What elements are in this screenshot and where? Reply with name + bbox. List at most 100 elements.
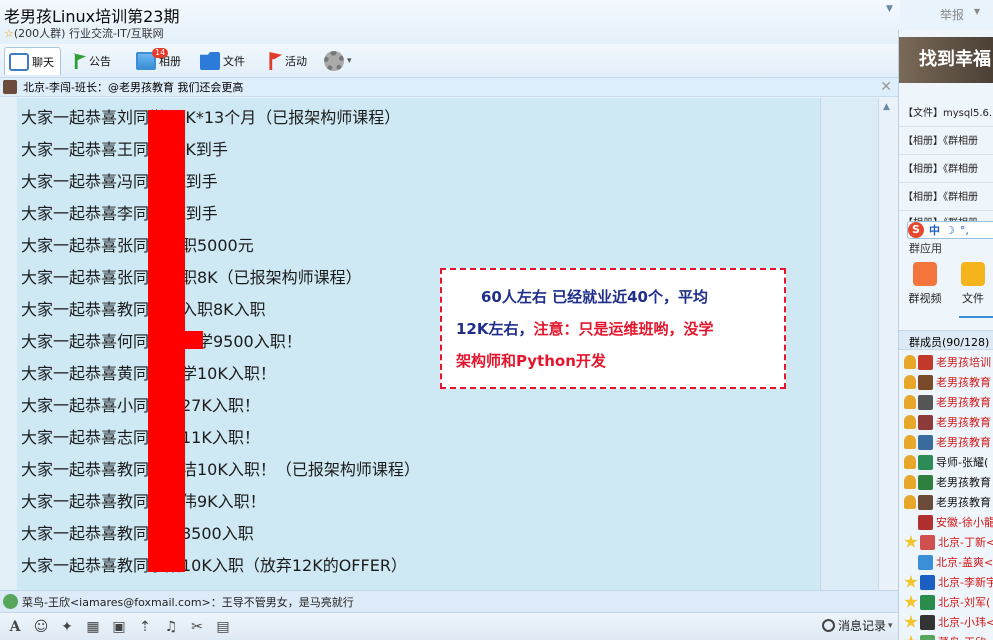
image-icon[interactable]: ▣ xyxy=(108,619,130,635)
avatar xyxy=(920,594,935,610)
close-icon[interactable]: ✕ xyxy=(880,79,892,95)
chat-message: 大家一起恭喜志同学学11K入职！ xyxy=(21,428,260,447)
settings-button[interactable]: ▾ xyxy=(324,47,352,75)
chat-message: 大家一起恭喜王同学10K到手 xyxy=(21,140,228,159)
avatar xyxy=(3,594,18,609)
apps-label: 群应用 xyxy=(909,242,942,255)
tab-album[interactable]: 14 相册 xyxy=(136,47,181,75)
history-label: 消息记录 xyxy=(838,619,887,633)
member-name: 安徽-徐小龍 xyxy=(936,516,993,529)
tab-activity[interactable]: 活动 xyxy=(268,47,307,75)
tab-file-label: 文件 xyxy=(223,55,245,68)
member-item[interactable]: 老男孩教育 xyxy=(904,492,991,512)
shared-file-item[interactable]: 【相册】《群相册 xyxy=(903,188,978,203)
member-item[interactable]: 老男孩教育 xyxy=(904,412,991,432)
member-item[interactable]: 北京-刘军( xyxy=(904,592,990,612)
chat-icon xyxy=(9,52,29,71)
star-icon: ☆ xyxy=(4,27,14,40)
app-group-file[interactable]: 文件 xyxy=(953,262,993,306)
admin-icon xyxy=(904,415,916,429)
avatar xyxy=(918,394,933,410)
ad-banner[interactable]: 找到幸福 xyxy=(899,37,993,83)
tab-notice[interactable]: 公告 xyxy=(72,47,111,75)
member-item[interactable]: 北京-丁新< xyxy=(904,532,993,552)
member-item[interactable]: 导师-张耀( xyxy=(904,452,988,472)
chevron-down-icon[interactable]: ▾ xyxy=(974,4,980,18)
message-history-button[interactable]: 消息记录 ▾ xyxy=(822,617,893,634)
chat-message: 大家一起恭喜教同学建8500入职 xyxy=(21,524,254,543)
member-item[interactable]: 老男孩培训 xyxy=(904,352,991,372)
divider xyxy=(899,154,993,155)
ime-chinese-toggle[interactable]: 中 xyxy=(929,222,940,238)
upload-icon[interactable]: ⇡ xyxy=(134,619,156,635)
star-icon xyxy=(904,635,918,640)
avatar xyxy=(918,454,933,470)
moon-icon[interactable]: ☽ xyxy=(945,224,955,237)
album-icon: 14 xyxy=(136,48,169,70)
report-link[interactable]: 举报 xyxy=(940,6,964,23)
shared-file-item[interactable]: 【相册】《群相册 xyxy=(903,132,978,147)
chat-scrollbar[interactable] xyxy=(878,98,898,590)
chat-message: 大家一起恭喜教同学志伟9K入职！ xyxy=(21,492,266,511)
chat-message: 大家一起恭喜教同学雷入职8K入职 xyxy=(21,300,266,319)
latest-message-bar[interactable]: 菜鸟-王欣<iamares@foxmail.com> ：王导不管男女，是马亮就行 xyxy=(0,590,898,612)
chat-margin-right xyxy=(820,98,878,590)
member-name: 老男孩教育 xyxy=(936,396,991,409)
punctuation-icon[interactable]: °, xyxy=(960,224,969,237)
redaction-bar xyxy=(148,110,185,572)
member-item[interactable]: 北京-盖爽< xyxy=(904,552,993,572)
member-item[interactable]: 老男孩教育 xyxy=(904,372,991,392)
chat-margin-left xyxy=(0,98,17,590)
tab-chat[interactable]: 聊天 xyxy=(4,47,61,75)
avatar xyxy=(918,434,933,450)
more-icon[interactable]: ▤ xyxy=(212,619,234,635)
member-item[interactable]: 北京-李新宇 xyxy=(904,572,993,592)
member-name: 老男孩教育 xyxy=(936,416,991,429)
shared-file-item[interactable]: 【文件】mysql5.6. xyxy=(903,104,992,119)
group-video-icon xyxy=(913,262,937,286)
member-item[interactable]: 老男孩教育 xyxy=(904,472,991,492)
avatar xyxy=(918,354,933,370)
latest-message-sender: 菜鸟-王欣<iamares@foxmail.com> xyxy=(22,595,211,609)
tab-notice-label: 公告 xyxy=(89,55,111,68)
member-item[interactable]: 老男孩教育 xyxy=(904,432,991,452)
scissors-icon[interactable]: ✂ xyxy=(186,619,208,635)
chat-message: 大家一起恭喜教同学阳10K入职（放弃12K的OFFER） xyxy=(21,556,407,575)
emoji-icon[interactable]: ☺ xyxy=(30,619,52,635)
scroll-down-icon[interactable]: ▼ xyxy=(886,4,893,14)
chat-message: 大家一起恭喜张同学入职8K（已报架构师课程） xyxy=(21,268,362,287)
activity-flag-icon xyxy=(269,52,282,70)
member-item[interactable]: 安徽-徐小龍 xyxy=(904,512,993,532)
font-icon[interactable]: A xyxy=(4,619,26,635)
member-name: 老男孩教育 xyxy=(936,476,991,489)
member-item[interactable]: 老男孩教育 xyxy=(904,392,991,412)
ime-toolbar[interactable]: S 中 ☽ °, xyxy=(907,221,993,239)
tab-activity-label: 活动 xyxy=(285,55,307,68)
star-icon xyxy=(904,575,918,588)
chevron-down-icon: ▾ xyxy=(888,620,893,631)
tab-file[interactable]: 文件 xyxy=(200,47,245,75)
member-item[interactable]: 北京-小玮< xyxy=(904,612,993,632)
avatar xyxy=(920,634,935,640)
folder-icon xyxy=(200,52,220,70)
notice-line-2-red: 注意：只是运维班哟，没学 xyxy=(533,320,714,338)
screenshot-icon[interactable]: ▦ xyxy=(82,619,104,635)
notice-callout: 60人左右 已经就业近40个，平均 12K左右，注意：只是运维班哟，没学 架构师… xyxy=(440,268,786,389)
avatar xyxy=(920,534,935,550)
member-item[interactable]: 菜鸟-王欣< xyxy=(904,632,993,640)
shared-file-item[interactable]: 【相册】《群相册 xyxy=(903,160,978,175)
group-subtitle: ☆(200人群) 行业交流-IT/互联网 xyxy=(4,25,164,41)
members-header: 群成员(90/128) xyxy=(899,330,993,350)
scroll-up-icon[interactable]: ▲ xyxy=(883,102,890,112)
music-icon[interactable]: ♫ xyxy=(160,619,182,635)
member-name: 北京-丁新< xyxy=(938,536,993,549)
announcement-bar: 北京-李闯-班长：@老男孩教育 我们还会更高 ✕ xyxy=(0,78,898,97)
divider xyxy=(899,126,993,127)
star-icon xyxy=(904,535,918,548)
magic-icon[interactable]: ✦ xyxy=(56,619,78,635)
star-icon xyxy=(904,595,918,608)
window-header: 老男孩Linux培训第23期 ☆(200人群) 行业交流-IT/互联网 xyxy=(0,0,900,44)
member-name: 老男孩教育 xyxy=(936,496,991,509)
app-group-video[interactable]: 群视频 xyxy=(905,262,945,306)
